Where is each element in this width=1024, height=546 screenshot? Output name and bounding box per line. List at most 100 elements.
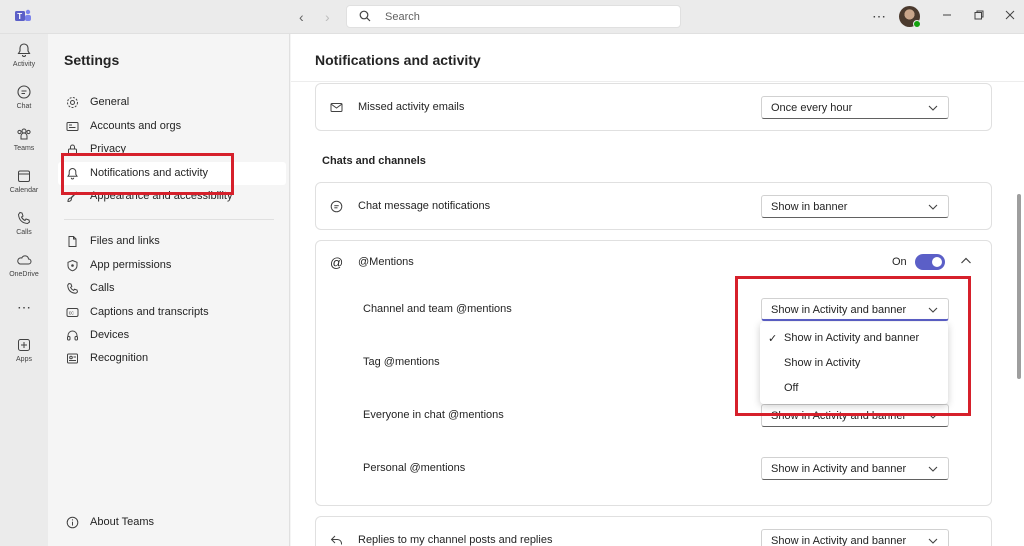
mentions-toggle[interactable] — [915, 254, 945, 270]
settings-item-label: Captions and transcripts — [90, 306, 209, 318]
file-icon — [68, 236, 77, 247]
rail-label: Calls — [16, 229, 32, 236]
personal-mentions-label: Personal @mentions — [363, 462, 466, 474]
section-heading-chats-channels: Chats and channels — [322, 155, 426, 167]
phone-icon — [17, 211, 31, 225]
settings-item-calls[interactable]: Calls — [58, 277, 286, 300]
missed-emails-label: Missed activity emails — [358, 101, 465, 113]
settings-item-label: About Teams — [90, 516, 155, 528]
header-divider — [291, 81, 1024, 82]
headset-icon — [67, 330, 78, 341]
dropdown-value: Show in Activity and banner — [771, 463, 907, 475]
chevron-up-icon[interactable] — [960, 256, 972, 266]
chat-message-dropdown[interactable]: Show in banner — [761, 195, 949, 218]
app-rail: Activity Chat Teams Calendar Calls OneDr… — [0, 34, 48, 546]
minimize-icon[interactable] — [940, 8, 954, 22]
page-title: Notifications and activity — [315, 52, 481, 68]
personal-mentions-dropdown[interactable]: Show in Activity and banner — [761, 457, 949, 480]
rail-more-icon[interactable]: ⋯ — [0, 299, 48, 316]
teams-logo-icon[interactable]: T — [14, 8, 32, 24]
shield-icon — [67, 259, 78, 272]
settings-item-label: Devices — [90, 329, 130, 341]
missed-emails-dropdown[interactable]: Once every hour — [761, 96, 949, 119]
rail-item-calendar[interactable]: Calendar — [0, 168, 48, 194]
recognition-icon — [67, 353, 78, 364]
mentions-label: @Mentions — [358, 256, 414, 268]
replies-label: Replies to my channel posts and replies — [358, 534, 553, 546]
forward-arrow-icon[interactable]: › — [325, 9, 330, 25]
id-card-icon — [66, 122, 79, 131]
settings-item-general[interactable]: General — [58, 91, 286, 114]
settings-item-captions[interactable]: cc Captions and transcripts — [58, 301, 286, 324]
svg-text:T: T — [17, 12, 22, 21]
scrollbar[interactable] — [1017, 194, 1021, 379]
toggle-knob — [932, 257, 942, 267]
replies-card: Replies to my channel posts and replies … — [315, 516, 992, 546]
channel-mentions-label: Channel and team @mentions — [363, 303, 512, 315]
rail-item-calls[interactable]: Calls — [0, 210, 48, 236]
rail-label: Apps — [16, 356, 32, 363]
phone-icon — [67, 282, 79, 294]
search-placeholder: Search — [385, 11, 420, 23]
settings-item-label: Accounts and orgs — [90, 120, 182, 132]
settings-item-label: App permissions — [90, 259, 172, 271]
tag-mentions-label: Tag @mentions — [363, 356, 440, 368]
reply-icon — [330, 535, 342, 545]
settings-item-recognition[interactable]: Recognition — [58, 347, 286, 370]
settings-item-label: Files and links — [90, 235, 160, 247]
rail-item-apps[interactable]: Apps — [0, 337, 48, 363]
chat-message-card: Chat message notifications Show in banne… — [315, 182, 992, 230]
presence-available-icon — [913, 20, 921, 28]
rail-item-chat[interactable]: Chat — [0, 84, 48, 110]
restore-icon[interactable] — [972, 8, 986, 22]
settings-item-about[interactable]: About Teams — [58, 511, 286, 534]
rail-item-teams[interactable]: Teams — [0, 126, 48, 152]
mentions-toggle-label: On — [892, 256, 907, 268]
settings-item-app-permissions[interactable]: App permissions — [58, 254, 286, 277]
cloud-icon — [17, 255, 32, 265]
gear-icon — [67, 97, 78, 108]
chevron-down-icon — [928, 466, 938, 472]
settings-divider — [64, 219, 274, 220]
rail-label: OneDrive — [9, 271, 39, 278]
settings-item-files[interactable]: Files and links — [58, 230, 286, 253]
info-icon — [66, 516, 79, 529]
settings-item-label: Calls — [90, 282, 115, 294]
settings-item-label: General — [90, 96, 130, 108]
dropdown-value: Show in banner — [771, 201, 848, 213]
cc-icon: cc — [66, 308, 79, 317]
more-options-icon[interactable]: ⋯ — [872, 8, 887, 25]
mail-icon — [330, 103, 343, 112]
plus-icon — [18, 339, 30, 351]
teams-icon — [17, 128, 31, 140]
search-icon — [359, 10, 371, 22]
rail-label: Activity — [12, 61, 36, 68]
settings-title: Settings — [64, 52, 120, 68]
settings-item-devices[interactable]: Devices — [58, 324, 286, 347]
missed-emails-card: Missed activity emails Once every hour — [315, 83, 992, 131]
search-input[interactable]: Search — [346, 5, 681, 28]
chevron-down-icon — [928, 105, 938, 111]
back-arrow-icon[interactable]: ‹ — [299, 9, 304, 25]
at-sign-icon: @ — [330, 255, 344, 270]
dropdown-value: Once every hour — [771, 102, 853, 114]
rail-item-activity[interactable]: Activity — [0, 42, 48, 68]
settings-item-label: Recognition — [90, 352, 149, 364]
calendar-icon — [18, 170, 30, 182]
annotation-highlight-notifications — [61, 153, 234, 195]
rail-label: Chat — [16, 103, 32, 110]
everyone-mentions-label: Everyone in chat @mentions — [363, 409, 504, 421]
bell-icon — [17, 43, 31, 57]
settings-item-accounts[interactable]: Accounts and orgs — [58, 115, 286, 138]
svg-text:cc: cc — [69, 311, 75, 317]
settings-panel: Settings General Accounts and orgs Priva… — [48, 34, 290, 546]
chevron-down-icon — [928, 538, 938, 544]
annotation-highlight-dropdown — [735, 276, 971, 416]
rail-item-onedrive[interactable]: OneDrive — [0, 252, 48, 278]
chat-message-label: Chat message notifications — [358, 200, 491, 212]
close-icon[interactable] — [1003, 8, 1017, 22]
title-bar: T ‹ › Search ⋯ — [0, 0, 1024, 34]
chevron-down-icon — [928, 204, 938, 210]
chat-icon — [17, 85, 31, 99]
replies-dropdown[interactable]: Show in Activity and banner — [761, 529, 949, 546]
